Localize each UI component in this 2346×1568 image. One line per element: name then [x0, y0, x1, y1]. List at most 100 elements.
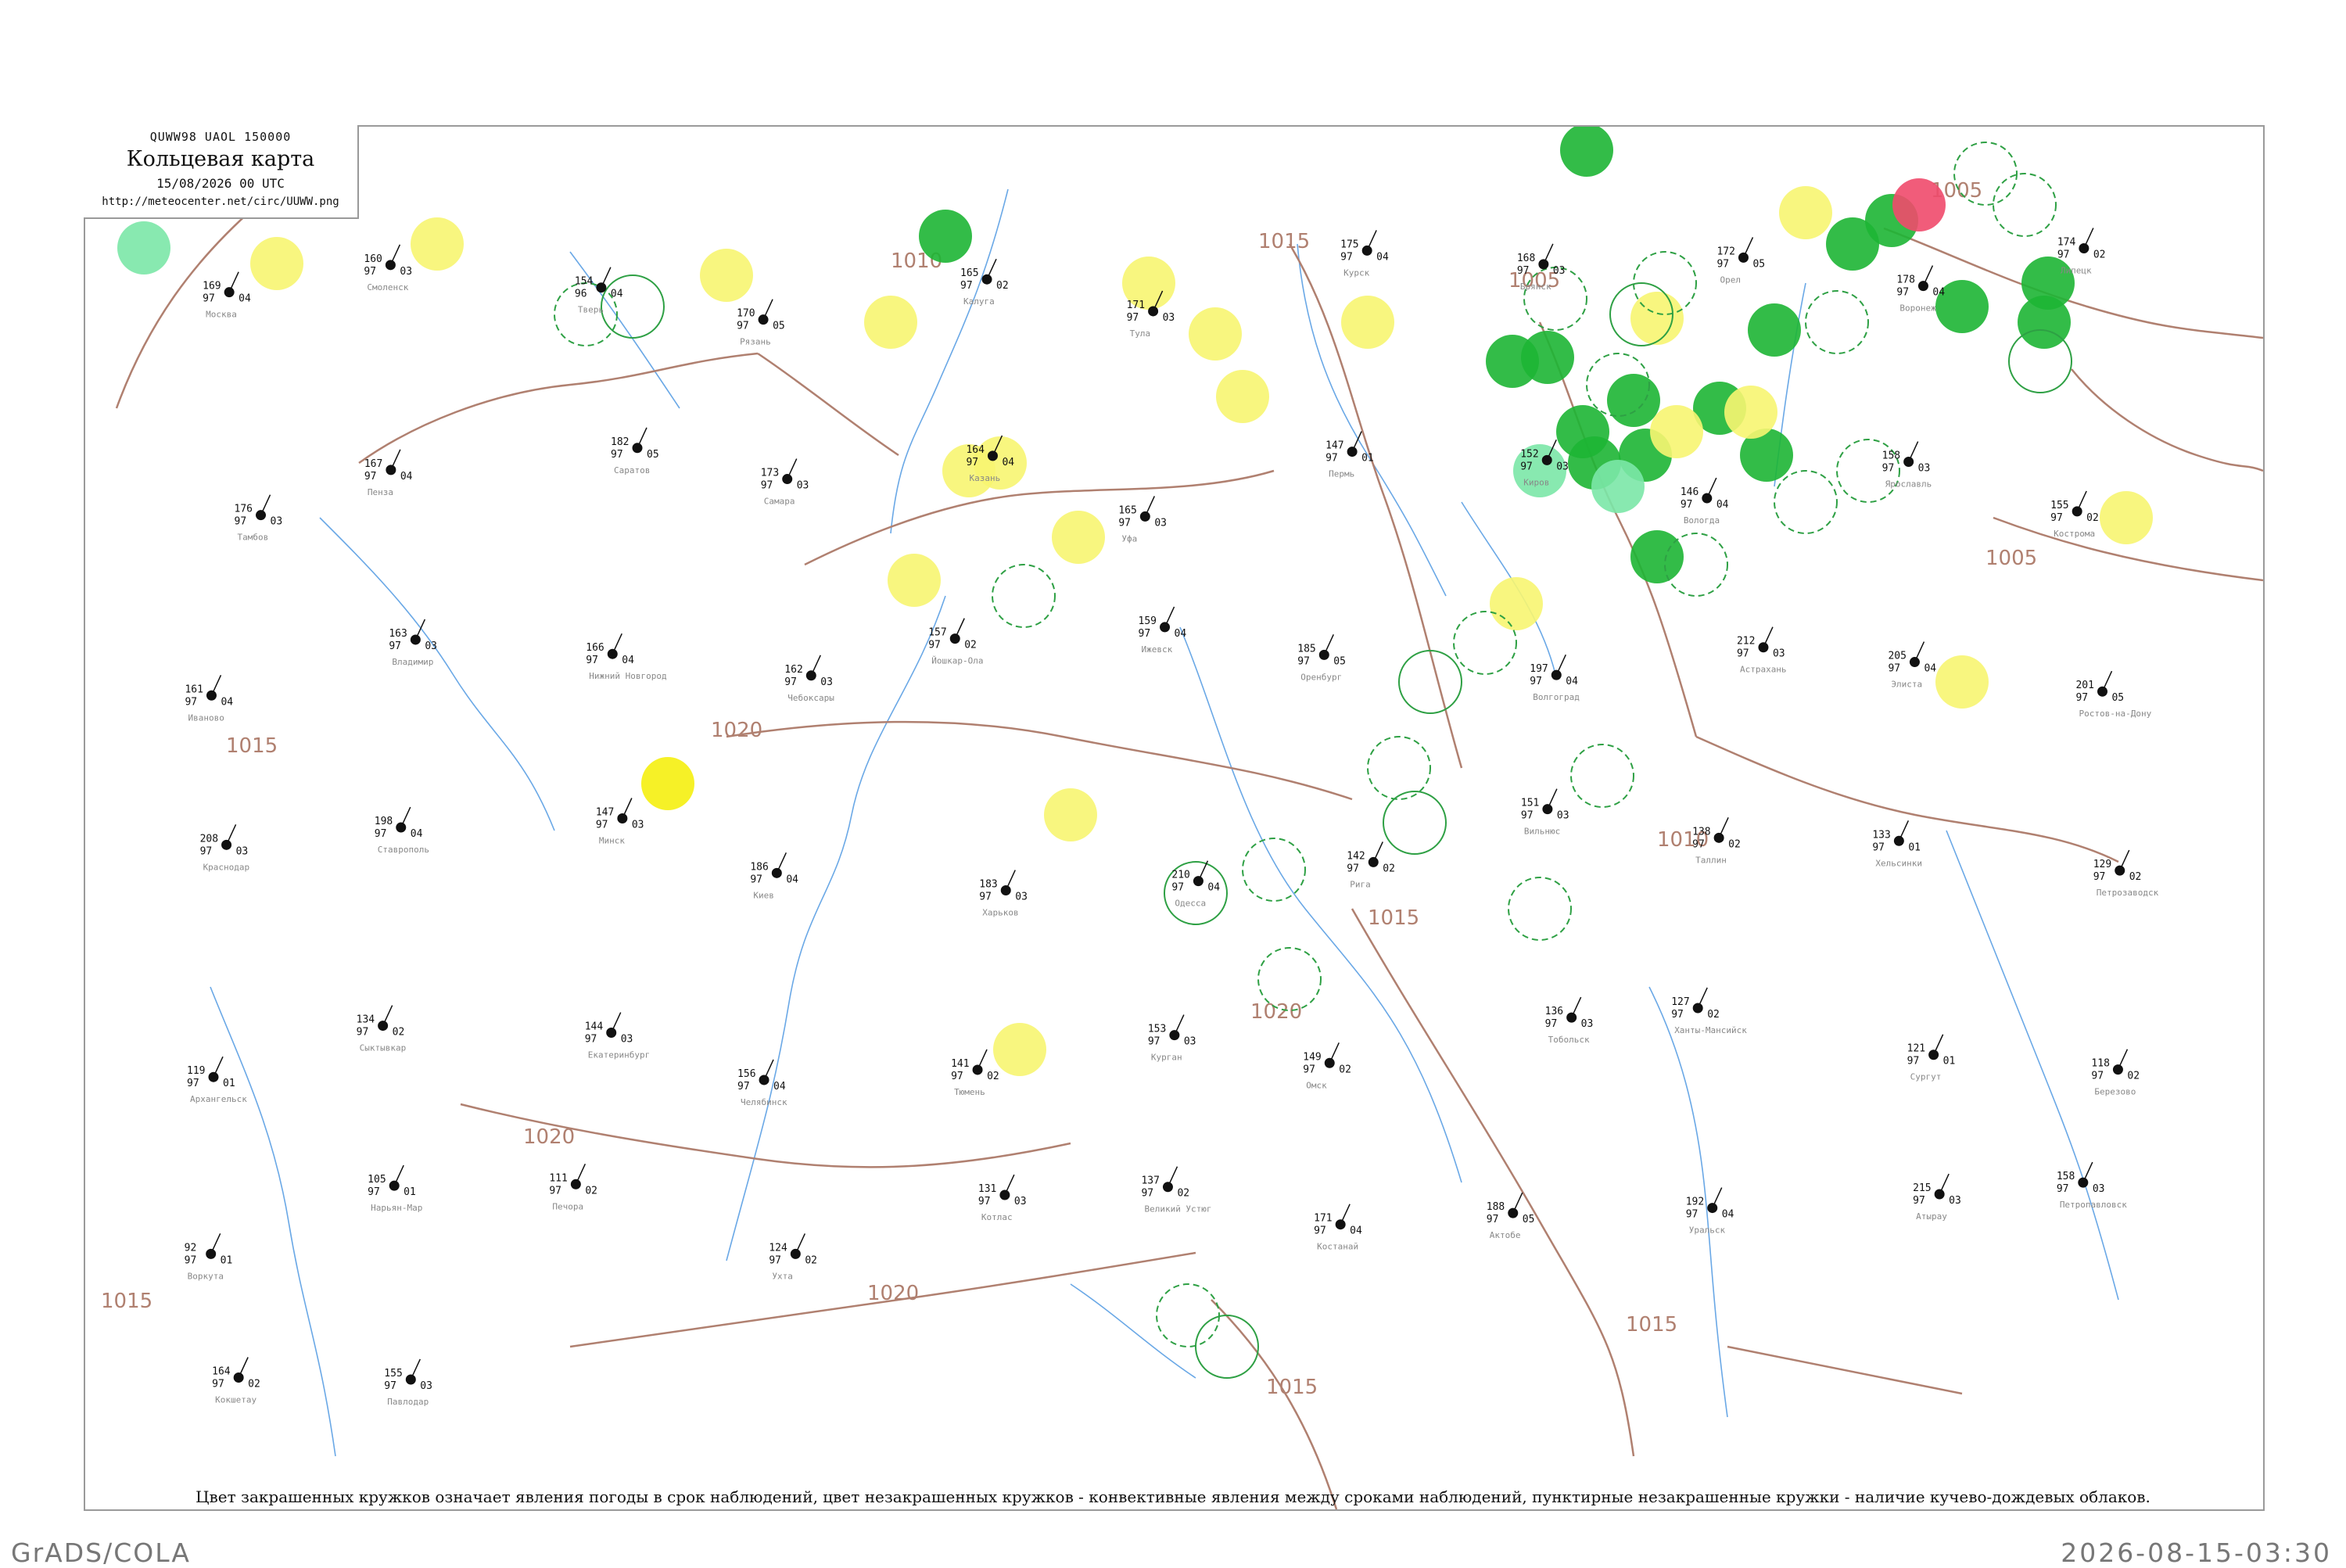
station[interactable]: 13897 02Таллин	[1692, 817, 1741, 865]
station[interactable]: 17697 03Тамбов	[235, 494, 283, 543]
station[interactable]: 21297 03 Астрахань	[1737, 626, 1787, 675]
station[interactable]: 16797 04 Пенза	[364, 449, 413, 497]
station[interactable]: 14497 03 Екатеринбург	[585, 1012, 650, 1060]
station-pressure: 97	[1896, 287, 1909, 299]
station[interactable]: 14797 03 Минск	[596, 798, 644, 846]
station[interactable]: 13397 01 Хельсинки	[1872, 820, 1922, 868]
station[interactable]: 11997 01 Архангельск	[187, 1056, 247, 1104]
station[interactable]: 16097 03 Смоленск	[364, 244, 412, 292]
station-temp: 155	[2050, 500, 2068, 511]
station[interactable]: 19797 04 Волгоград	[1530, 654, 1580, 702]
station-visibility: 04	[1002, 457, 1014, 468]
station[interactable]: 15897 03 Петропавловск	[2057, 1161, 2127, 1210]
station[interactable]: 16297 03 Чебоксары	[784, 655, 834, 703]
station-visibility: 04	[239, 293, 251, 305]
map-url[interactable]: http://meteocenter.net/circ/UUWW.png	[84, 196, 357, 208]
weather-circle	[2100, 491, 2153, 544]
station[interactable]: 15496 04 Тверь	[575, 267, 623, 315]
station[interactable]: 18297 05 Саратов	[611, 427, 659, 475]
station[interactable]: 15697 04 Челябинск	[737, 1059, 787, 1107]
station[interactable]: 14197 02Тюмень	[951, 1049, 999, 1097]
station[interactable]: 15997 04Ижевск	[1139, 606, 1187, 655]
station[interactable]: 14797 01 Пермь	[1325, 431, 1374, 479]
station[interactable]: 16697 04 Нижний Новгород	[586, 633, 667, 681]
station-pressure: 97	[1141, 1188, 1153, 1200]
station-pressure: 97	[1325, 453, 1338, 465]
station-temp: 171	[1314, 1213, 1332, 1225]
station[interactable]: 17097 05Рязань	[737, 299, 785, 347]
station[interactable]: 17497 02Липецк	[2057, 228, 2106, 276]
station[interactable]: 16197 04 Иваново	[185, 674, 233, 723]
station-name: Элиста	[1891, 680, 1922, 690]
station[interactable]: 10597 01 Нарьян-Мар	[368, 1164, 422, 1213]
wind-barb-icon	[810, 655, 821, 676]
station[interactable]: 15397 03Курган	[1148, 1014, 1196, 1063]
station[interactable]: 16997 04Москва	[203, 271, 251, 320]
isobar-label: 1015	[226, 734, 278, 758]
station[interactable]: 17297 05 Орел	[1716, 237, 1765, 285]
station[interactable]: 20597 04Элиста	[1888, 641, 1936, 690]
convective-ring	[992, 564, 1056, 628]
station-marker-icon	[1193, 876, 1203, 887]
station[interactable]: 17197 04 Костанай	[1314, 1204, 1362, 1252]
station[interactable]: 12797 02 Ханты-Мансийск	[1671, 987, 1747, 1035]
wind-barb-icon	[1907, 441, 1919, 462]
station[interactable]: 16397 03 Владимир	[389, 619, 437, 667]
station[interactable]: 13697 03 Тобольск	[1545, 996, 1594, 1045]
weather-circle	[993, 1023, 1046, 1076]
station-pressure: 97	[596, 820, 608, 831]
station[interactable]: 13497 02 Сыктывкар	[357, 1005, 407, 1053]
station[interactable]: 18397 03 Харьков	[979, 870, 1028, 918]
station[interactable]: 15597 02 Кострома	[2050, 490, 2099, 539]
station-name: Смоленск	[367, 282, 408, 292]
station[interactable]: 19297 04 Уральск	[1686, 1187, 1734, 1236]
station-marker-icon	[410, 634, 421, 645]
station[interactable]: 15597 03 Павлодар	[384, 1358, 432, 1407]
weather-circle	[1591, 460, 1645, 513]
station[interactable]: 20197 05 Ростов-на-Дону	[2075, 670, 2152, 719]
station[interactable]: 21097 04Одесса	[1171, 860, 1220, 909]
station[interactable]: 14697 04 Вологда	[1681, 477, 1729, 526]
convective-ring	[1953, 142, 2018, 206]
station[interactable]: 12197 01Сургут	[1907, 1034, 1956, 1082]
isobar-label: 1015	[1368, 906, 1419, 930]
station-temp: 212	[1737, 636, 1755, 648]
station-visibility: 03	[1918, 463, 1931, 475]
station[interactable]: 12997 02 Петрозаводск	[2093, 849, 2159, 898]
station[interactable]: 14297 02 Рига	[1347, 841, 1395, 889]
station-marker-icon	[1148, 306, 1159, 317]
station[interactable]: 20897 03 Краснодар	[200, 824, 250, 872]
station[interactable]: 11897 02 Березово	[2091, 1049, 2140, 1097]
station[interactable]: 19897 04 Ставрополь	[375, 806, 429, 855]
station[interactable]: 15897 03 Ярославль	[1882, 441, 1932, 490]
weather-circle	[1216, 370, 1269, 423]
station-name: Одесса	[1175, 899, 1206, 909]
station[interactable]: 14997 02 Омск	[1303, 1042, 1351, 1090]
station[interactable]: 18697 04 Киев	[750, 852, 798, 900]
station[interactable]: 13797 02 Великий Устюг	[1141, 1166, 1212, 1215]
station-name: Чебоксары	[787, 693, 834, 703]
station-visibility: 03	[1773, 648, 1785, 660]
station[interactable]: 15797 02 Йошкар-Ола	[928, 618, 983, 666]
station[interactable]: 15197 03 Вильнюс	[1521, 788, 1569, 837]
station[interactable]: 16497 02 Кокшетау	[212, 1357, 260, 1405]
station[interactable]: 12497 02 Ухта	[769, 1233, 817, 1281]
station-temp: 131	[978, 1183, 996, 1195]
station[interactable]: 11197 02Печора	[549, 1163, 597, 1211]
weather-circle	[1490, 577, 1543, 630]
station[interactable]: 21597 03Атырау	[1913, 1173, 1961, 1222]
station[interactable]: 17397 03Самара	[761, 458, 809, 507]
station[interactable]: 13197 03Котлас	[978, 1174, 1027, 1222]
station-name: Нарьян-Мар	[371, 1203, 422, 1213]
station-temp: 149	[1303, 1051, 1321, 1063]
station[interactable]: 9297 01 Воркута	[185, 1233, 233, 1281]
station[interactable]: 17597 04 Курск	[1340, 230, 1389, 278]
station[interactable]: 16597 02Калуга	[960, 258, 1009, 307]
station[interactable]: 18597 05 Оренбург	[1297, 634, 1346, 682]
station-name: Самара	[764, 497, 795, 507]
station-visibility: 02	[996, 280, 1009, 292]
station-visibility: 03	[1014, 1196, 1027, 1207]
station[interactable]: 16597 03 Уфа	[1118, 496, 1167, 544]
station-marker-icon	[224, 287, 235, 298]
weather-circle	[1748, 303, 1801, 357]
